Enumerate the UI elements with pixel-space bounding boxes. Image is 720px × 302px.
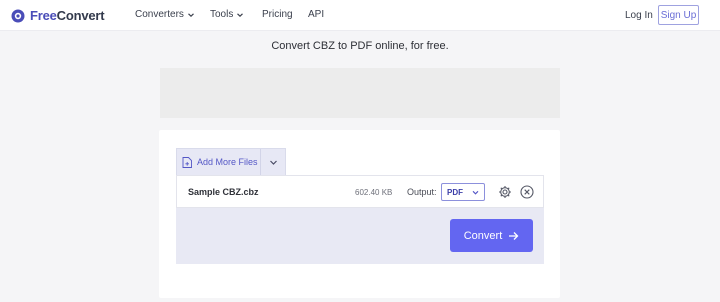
- nav-api-label: API: [308, 9, 325, 20]
- nav-api[interactable]: API: [308, 9, 324, 20]
- output-label: Output:: [407, 187, 437, 197]
- nav-pricing-label: Pricing: [262, 9, 293, 20]
- convert-label: Convert: [463, 229, 503, 242]
- chevron-down-icon: [472, 190, 479, 195]
- add-files-dropdown[interactable]: [261, 149, 285, 175]
- nav-tools[interactable]: Tools: [210, 9, 244, 20]
- file-row: Sample CBZ.cbz 602.40 KB Output: PDF: [176, 175, 544, 208]
- add-more-files-button[interactable]: Add More Files: [177, 149, 261, 175]
- chevron-down-icon: [237, 12, 244, 17]
- signup-label: Sign Up: [660, 9, 697, 21]
- file-size: 602.40 KB: [355, 188, 393, 197]
- logo-icon: [11, 9, 25, 22]
- gear-icon[interactable]: [498, 185, 512, 199]
- arrow-right-icon: [509, 231, 519, 240]
- brand-name: FreeConvert: [30, 8, 105, 23]
- top-navbar: FreeConvert Converters Tools Pricing API…: [0, 0, 720, 31]
- signup-button[interactable]: Sign Up: [658, 5, 699, 25]
- convert-button[interactable]: Convert: [450, 219, 533, 252]
- nav-converters[interactable]: Converters: [135, 9, 195, 20]
- chevron-down-icon: [269, 160, 277, 165]
- chevron-down-icon: [187, 12, 194, 17]
- output-format-value: PDF: [447, 187, 463, 197]
- freeconvert-logo[interactable]: FreeConvert: [11, 8, 105, 23]
- nav-pricing[interactable]: Pricing: [262, 9, 293, 20]
- login-link[interactable]: Log In: [625, 10, 653, 21]
- file-name: Sample CBZ.cbz: [188, 187, 259, 197]
- add-files-group: Add More Files: [176, 148, 286, 175]
- add-more-files-label: Add More Files: [197, 157, 258, 167]
- nav-converters-label: Converters: [135, 9, 184, 20]
- close-icon[interactable]: [520, 185, 534, 199]
- ad-placeholder: [160, 68, 560, 118]
- output-format-select[interactable]: PDF: [441, 183, 485, 201]
- nav-tools-label: Tools: [210, 9, 234, 20]
- file-plus-icon: [182, 156, 192, 168]
- page-title: Convert CBZ to PDF online, for free.: [271, 40, 449, 52]
